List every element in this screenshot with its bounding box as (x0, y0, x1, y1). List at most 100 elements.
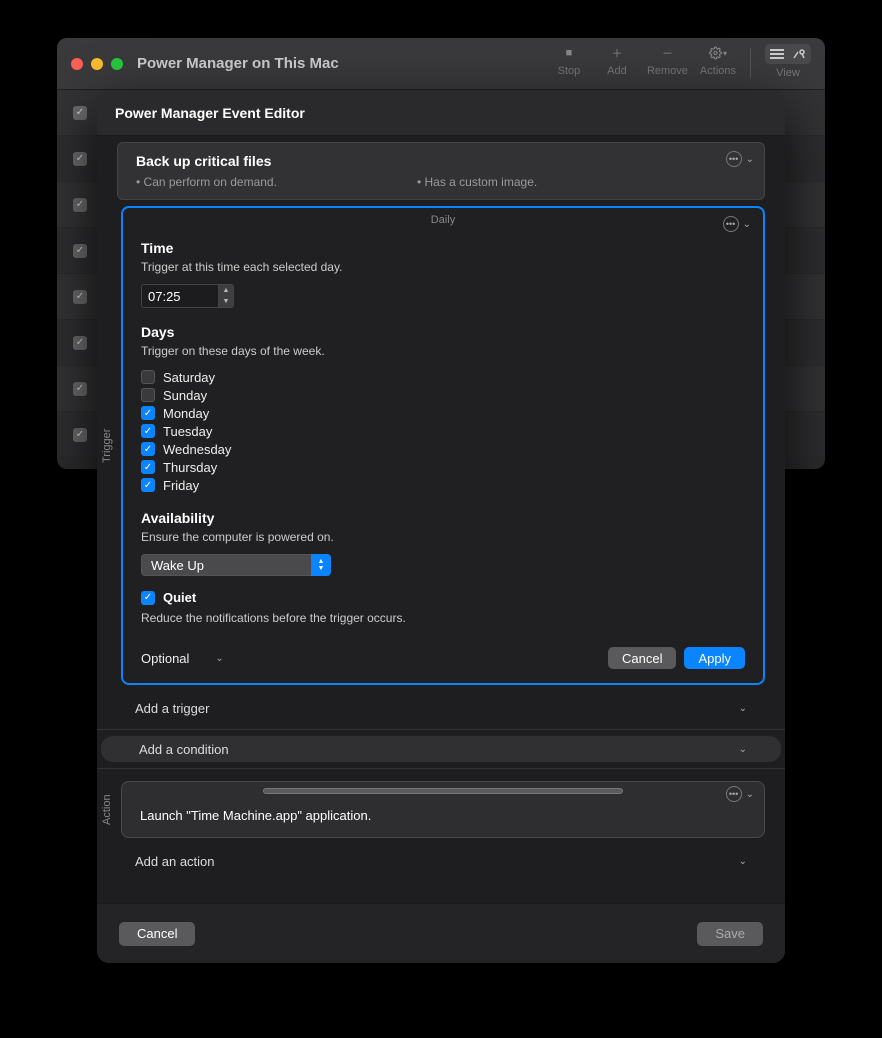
check-icon: ✓ (73, 152, 87, 166)
summary-note-demand: • Can perform on demand. (136, 175, 277, 189)
day-row[interactable]: ✓ Friday (141, 476, 745, 494)
ellipsis-icon: ••• (726, 786, 742, 802)
availability-sub: Ensure the computer is powered on. (141, 530, 745, 544)
chevron-down-icon: ⌄ (739, 703, 747, 714)
day-row[interactable]: ✓Tuesday (141, 422, 745, 440)
sheet-cancel-button[interactable]: Cancel (119, 922, 195, 946)
close-icon[interactable] (71, 58, 83, 70)
add-action-row[interactable]: Add an action ⌄ (117, 846, 765, 876)
time-sub: Trigger at this time each selected day. (141, 260, 745, 274)
zoom-icon[interactable] (111, 58, 123, 70)
optional-dropdown[interactable]: Optional ⌄ (141, 651, 224, 666)
days-sub: Trigger on these days of the week. (141, 344, 745, 358)
day-label: Friday (163, 478, 199, 493)
add-trigger-row[interactable]: Add a trigger ⌄ (117, 693, 765, 723)
quiet-checkbox[interactable]: ✓ (141, 591, 155, 605)
toolbar-separator (750, 48, 751, 78)
add-condition-row[interactable]: Add a condition ⌄ (101, 736, 781, 762)
trigger-type-label: Daily (431, 214, 455, 226)
day-row[interactable]: ✓ Thursday (141, 458, 745, 476)
quiet-label: Quiet (163, 590, 196, 605)
chevron-down-icon: ⌄ (739, 744, 747, 755)
summary-more[interactable]: ••• ⌄ (726, 151, 754, 167)
toolbar-view-label: View (776, 67, 800, 79)
add-action-label: Add an action (135, 854, 215, 869)
action-text: Launch "Time Machine.app" application. (140, 808, 746, 823)
day-row[interactable]: Sunday (141, 386, 745, 404)
days-list: SaturdaySunday✓Monday✓Tuesday✓Wednesday✓… (141, 368, 745, 494)
add-condition-label: Add a condition (139, 742, 229, 757)
toolbar-remove-label: Remove (647, 65, 688, 77)
day-label: Wednesday (163, 442, 231, 457)
day-checkbox[interactable] (141, 388, 155, 402)
trigger-editor: Daily ••• ⌄ Time Trigger at this time ea… (121, 206, 765, 685)
toolbar-remove[interactable]: － Remove (647, 44, 688, 77)
progress-bar-icon (263, 788, 623, 794)
day-label: Saturday (163, 370, 215, 385)
time-stepper[interactable]: ▲ ▼ (219, 284, 234, 308)
day-checkbox[interactable]: ✓ (141, 478, 155, 492)
day-label: Sunday (163, 388, 207, 403)
day-row[interactable]: Saturday (141, 368, 745, 386)
plus-icon: ＋ (608, 44, 626, 62)
updown-caret-icon: ▲▼ (311, 554, 331, 576)
stepper-down-icon[interactable]: ▼ (219, 296, 233, 307)
toolbar-actions-label: Actions (700, 65, 736, 77)
minimize-icon[interactable] (91, 58, 103, 70)
check-icon: ✓ (73, 290, 87, 304)
gear-icon: ▾ (709, 44, 727, 62)
optional-label: Optional (141, 651, 189, 666)
chevron-down-icon: ⌄ (739, 856, 747, 867)
sheet-title: Power Manager Event Editor (97, 90, 785, 136)
chevron-down-icon: ⌄ (215, 653, 223, 664)
day-checkbox[interactable]: ✓ (141, 424, 155, 438)
event-summary-card: Back up critical files • Can perform on … (117, 142, 765, 200)
toolbar-view[interactable]: View (765, 44, 811, 79)
day-checkbox[interactable]: ✓ (141, 406, 155, 420)
summary-note-image: • Has a custom image. (417, 175, 537, 189)
event-name: Back up critical files (136, 153, 746, 169)
availability-select[interactable]: Wake Up ▲▼ (141, 554, 331, 576)
toolbar-actions[interactable]: ▾ Actions (700, 44, 736, 77)
day-checkbox[interactable] (141, 370, 155, 384)
window-controls (71, 58, 123, 70)
trigger-apply-button[interactable]: Apply (684, 647, 745, 669)
day-row[interactable]: ✓Monday (141, 404, 745, 422)
check-icon: ✓ (73, 428, 87, 442)
toolbar-add-label: Add (607, 65, 627, 77)
chevron-down-icon: ⌄ (743, 219, 751, 230)
toolbar-add[interactable]: ＋ Add (599, 44, 635, 77)
window-title: Power Manager on This Mac (137, 55, 339, 72)
day-checkbox[interactable]: ✓ (141, 442, 155, 456)
action-card: ••• ⌄ Launch "Time Machine.app" applicat… (121, 781, 765, 838)
list-view-icon[interactable] (768, 47, 786, 61)
sheet-save-button[interactable]: Save (697, 922, 763, 946)
chevron-down-icon: ⌄ (746, 789, 754, 800)
availability-select-button[interactable]: Wake Up (141, 554, 331, 576)
time-heading: Time (141, 240, 745, 256)
trigger-more[interactable]: ••• ⌄ (723, 216, 751, 232)
ellipsis-icon: ••• (726, 151, 742, 167)
add-trigger-label: Add a trigger (135, 701, 209, 716)
day-row[interactable]: ✓ Wednesday (141, 440, 745, 458)
day-label: Thursday (163, 460, 217, 475)
ellipsis-icon: ••• (723, 216, 739, 232)
action-more[interactable]: ••• ⌄ (726, 786, 754, 802)
day-checkbox[interactable]: ✓ (141, 460, 155, 474)
toolbar-stop[interactable]: ■ Stop (551, 44, 587, 77)
stop-icon: ■ (560, 44, 578, 62)
toolbar-stop-label: Stop (558, 65, 581, 77)
action-side-label: Action (97, 775, 117, 844)
time-input[interactable] (141, 284, 219, 308)
view-segmented[interactable] (765, 44, 811, 64)
toolbar: ■ Stop ＋ Add － Remove ▾ Actions (551, 44, 811, 79)
trigger-cancel-button[interactable]: Cancel (608, 647, 676, 669)
sheet-footer: Cancel Save (97, 903, 785, 963)
chevron-down-icon: ⌄ (746, 154, 754, 165)
main-titlebar: Power Manager on This Mac ■ Stop ＋ Add －… (57, 38, 825, 90)
tools-view-icon[interactable] (790, 47, 808, 61)
availability-heading: Availability (141, 510, 745, 526)
stepper-up-icon[interactable]: ▲ (219, 285, 233, 296)
trigger-side-label: Trigger (97, 200, 117, 691)
check-icon: ✓ (73, 336, 87, 350)
